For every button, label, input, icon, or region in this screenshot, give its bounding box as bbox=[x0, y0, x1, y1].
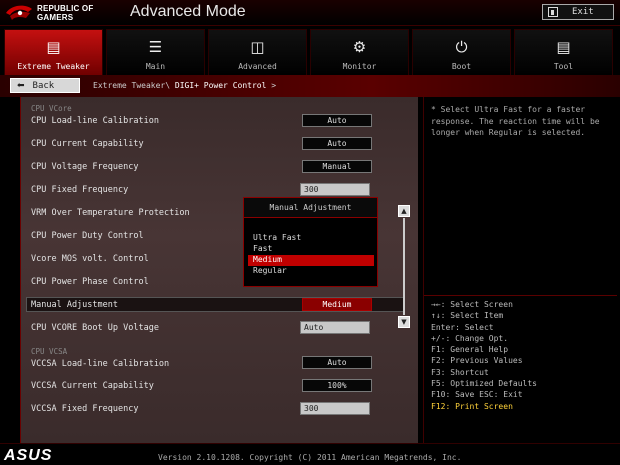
key-hint: +/-: Change Opt. bbox=[431, 333, 509, 343]
breadcrumb-arrow-icon: > bbox=[271, 81, 277, 90]
exit-button[interactable]: Exit bbox=[542, 4, 614, 20]
help-description: * Select Ultra Fast for a faster respons… bbox=[431, 105, 600, 137]
key-hint: F3: Shortcut bbox=[431, 367, 489, 377]
scrollbar-track[interactable] bbox=[403, 218, 405, 315]
option-regular[interactable]: Regular bbox=[248, 266, 374, 277]
key-hint: F2: Previous Values bbox=[431, 356, 523, 366]
key-hint-print-screen: F12: Print Screen bbox=[431, 401, 513, 411]
tweaker-icon: ▤ bbox=[46, 38, 61, 56]
setting-label[interactable]: CPU Power Duty Control bbox=[31, 231, 144, 241]
tab-label: Boot bbox=[451, 62, 472, 71]
rog-eye-icon bbox=[4, 3, 34, 23]
setting-label[interactable]: CPU VCORE Boot Up Voltage bbox=[31, 323, 159, 333]
setting-value[interactable]: Manual bbox=[302, 160, 372, 173]
back-arrow-icon: ⬅ bbox=[17, 80, 25, 91]
rog-logo: REPUBLIC OF GAMERS bbox=[4, 1, 122, 25]
tool-icon: ▤ bbox=[556, 38, 571, 56]
back-button[interactable]: ⬅ Back bbox=[10, 78, 80, 93]
tab-monitor[interactable]: ⚙ Monitor bbox=[310, 29, 409, 75]
scroll-up-button[interactable]: ▲ bbox=[398, 205, 410, 217]
setting-input[interactable]: 300 bbox=[300, 183, 370, 196]
help-panel: * Select Ultra Fast for a faster respons… bbox=[423, 97, 617, 443]
manual-adjustment-popup: Manual Adjustment Ultra Fast Fast Medium… bbox=[243, 197, 378, 287]
tab-label: Extreme Tweaker bbox=[17, 62, 90, 71]
brand-text: REPUBLIC OF GAMERS bbox=[37, 4, 93, 22]
key-hint: F1: General Help bbox=[431, 345, 509, 355]
breadcrumb: Extreme Tweaker\ DIGI+ Power Control > bbox=[93, 81, 276, 90]
main-tabs: ▤ Extreme Tweaker ☰ Main ◫ Advanced ⚙ Mo… bbox=[0, 29, 620, 75]
setting-label[interactable]: VCCSA Load-line Calibration bbox=[31, 359, 169, 369]
tab-label: Advanced bbox=[238, 62, 277, 71]
version-text: Version 2.10.1208. Copyright (C) 2011 Am… bbox=[158, 453, 462, 462]
tab-extreme-tweaker[interactable]: ▤ Extreme Tweaker bbox=[4, 29, 103, 75]
tab-label: Main bbox=[145, 62, 166, 71]
setting-label[interactable]: CPU Load-line Calibration bbox=[31, 116, 159, 126]
asus-logo: ASUS bbox=[4, 447, 53, 464]
setting-label[interactable]: VRM Over Temperature Protection bbox=[31, 208, 190, 218]
advanced-icon: ◫ bbox=[250, 38, 265, 56]
option-ultra-fast[interactable]: Ultra Fast bbox=[248, 233, 374, 244]
page-title: Advanced Mode bbox=[130, 3, 246, 20]
key-hint: Enter: Select bbox=[431, 322, 494, 332]
setting-value[interactable]: Auto bbox=[302, 356, 372, 369]
brand-line1: REPUBLIC OF bbox=[37, 4, 94, 13]
breadcrumb-bar: ⬅ Back Extreme Tweaker\ DIGI+ Power Cont… bbox=[0, 75, 620, 97]
section-header-vcore: CPU VCore bbox=[31, 104, 72, 113]
back-label: Back bbox=[32, 80, 55, 91]
setting-label[interactable]: Manual Adjustment bbox=[31, 300, 118, 310]
setting-label[interactable]: VCCSA Fixed Frequency bbox=[31, 404, 138, 414]
setting-value[interactable]: Auto bbox=[302, 114, 372, 127]
tab-label: Monitor bbox=[342, 62, 377, 71]
scroll-down-button[interactable]: ▼ bbox=[398, 316, 410, 328]
header-bar: REPUBLIC OF GAMERS Advanced Mode Exit bbox=[0, 0, 620, 26]
section-header-vcsa: CPU VCSA bbox=[31, 347, 68, 356]
monitor-icon: ⚙ bbox=[352, 38, 367, 56]
setting-label[interactable]: CPU Power Phase Control bbox=[31, 277, 149, 287]
setting-label[interactable]: CPU Current Capability bbox=[31, 139, 144, 149]
option-medium[interactable]: Medium bbox=[248, 255, 374, 266]
tab-label: Tool bbox=[553, 62, 574, 71]
key-legend: →←: Select Screen ↑↓: Select Item Enter:… bbox=[431, 299, 537, 412]
setting-input[interactable]: Auto bbox=[300, 321, 370, 334]
breadcrumb-parent[interactable]: Extreme Tweaker\ bbox=[93, 81, 170, 90]
brand-line2: GAMERS bbox=[37, 13, 74, 22]
key-hint: F5: Optimized Defaults bbox=[431, 379, 537, 389]
tab-tool[interactable]: ▤ Tool bbox=[514, 29, 613, 75]
key-hint: F10: Save ESC: Exit bbox=[431, 390, 523, 400]
setting-value[interactable]: Auto bbox=[302, 137, 372, 150]
key-hint: ↑↓: Select Item bbox=[431, 311, 504, 321]
setting-value[interactable]: Medium bbox=[302, 298, 372, 311]
key-hint: →←: Select Screen bbox=[431, 300, 513, 309]
footer: ASUS Version 2.10.1208. Copyright (C) 20… bbox=[0, 443, 620, 465]
setting-label[interactable]: VCCSA Current Capability bbox=[31, 381, 154, 391]
divider bbox=[424, 295, 617, 296]
setting-label[interactable]: CPU Fixed Frequency bbox=[31, 185, 128, 195]
setting-label[interactable]: Vcore MOS volt. Control bbox=[31, 254, 149, 264]
exit-icon bbox=[548, 7, 558, 17]
power-icon: ⏻ bbox=[455, 38, 468, 56]
tab-main[interactable]: ☰ Main bbox=[106, 29, 205, 75]
setting-value[interactable]: 100% bbox=[302, 379, 372, 392]
option-fast[interactable]: Fast bbox=[248, 244, 374, 255]
breadcrumb-current: DIGI+ Power Control bbox=[174, 81, 267, 90]
tab-advanced[interactable]: ◫ Advanced bbox=[208, 29, 307, 75]
exit-label: Exit bbox=[572, 7, 594, 17]
setting-label[interactable]: CPU Voltage Frequency bbox=[31, 162, 138, 172]
popup-title: Manual Adjustment bbox=[244, 198, 377, 218]
list-icon: ☰ bbox=[148, 38, 163, 56]
setting-input[interactable]: 300 bbox=[300, 402, 370, 415]
tab-boot[interactable]: ⏻ Boot bbox=[412, 29, 511, 75]
